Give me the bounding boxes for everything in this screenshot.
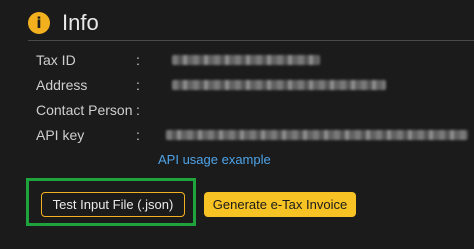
field-label-tax-id: Tax ID [36, 52, 76, 68]
redacted-value-address [172, 80, 386, 90]
field-label-contact-person: Contact Person [36, 102, 133, 118]
info-header: i Info [28, 10, 99, 36]
field-label-api-key: API key [36, 127, 85, 143]
field-row-contact-person: Contact Person : [36, 100, 474, 120]
panel-title: Info [62, 10, 99, 35]
field-colon: : [136, 102, 140, 118]
redacted-value-tax-id [172, 55, 320, 65]
field-row-tax-id: Tax ID : [36, 50, 474, 70]
field-colon: : [136, 77, 140, 93]
field-row-api-key: API key : [36, 125, 474, 145]
field-colon: : [136, 52, 140, 68]
api-usage-example-link[interactable]: API usage example [158, 151, 271, 169]
header-divider [28, 40, 474, 41]
redacted-value-api-key [166, 130, 468, 140]
info-icon: i [28, 12, 50, 34]
field-row-address: Address : [36, 75, 474, 95]
test-input-file-button[interactable]: Test Input File (.json) [41, 192, 185, 217]
field-colon: : [136, 127, 140, 143]
field-label-address: Address [36, 77, 88, 93]
generate-e-tax-invoice-button[interactable]: Generate e-Tax Invoice [204, 192, 356, 217]
info-panel: i Info Tax ID : Address : Contact Person… [0, 0, 474, 249]
